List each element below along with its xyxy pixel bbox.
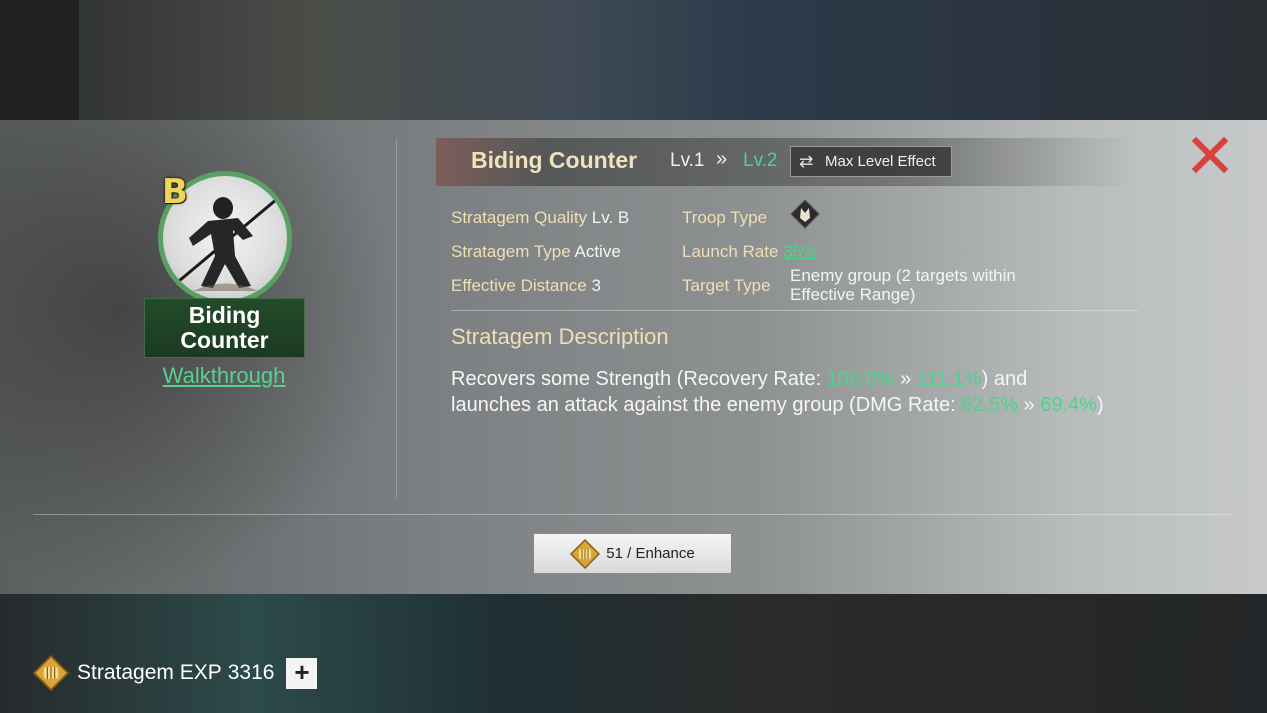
name-plate-label: Biding Counter [180,302,269,353]
exp-value: 3316 [227,661,275,684]
desc-value-1: 100.0% [826,368,895,390]
attr-distance: Effective Distance 3 [451,276,601,296]
stratagem-detail-modal: B Biding Counter Walkthrough Biding Coun… [0,120,1267,594]
swap-icon: ⇄ [799,151,814,171]
next-level: Lv.2 [743,150,778,171]
attr-type-key: Stratagem Type [451,242,571,261]
attr-distance-value: 3 [591,276,601,295]
add-exp-button[interactable]: + [286,657,318,689]
description-title: Stratagem Description [451,324,669,349]
desc-value-3: 62.5% [961,394,1018,416]
background-top-area [0,0,1267,120]
attr-troop-key: Troop Type [682,208,768,227]
background-left-panel [0,0,80,120]
level-arrow-icon: » [716,148,728,170]
desc-arrow-1: » [894,368,917,390]
attr-launch-rate: Launch Rate 35% [682,242,817,262]
footer-divider [33,514,1233,515]
enhance-label: 51 / Enhance [606,545,695,562]
walkthrough-link[interactable]: Walkthrough [120,363,328,389]
max-level-effect-label: Max Level Effect [825,153,936,170]
desc-text-3: ) [1096,394,1104,416]
desc-arrow-2: » [1018,394,1041,416]
attr-launch-key: Launch Rate [682,242,779,261]
attr-target-type: Target Type [682,276,771,296]
attr-type: Stratagem Type Active [451,242,621,262]
attr-quality-key: Stratagem Quality [451,208,588,227]
attributes-divider [451,310,1138,311]
vertical-divider [396,140,397,498]
grade-badge: B [162,172,188,212]
desc-value-4: 69.4% [1040,394,1097,416]
attr-quality-value: Lv. B [591,208,630,227]
attr-target-value: Enemy group (2 targets within Effective … [790,266,1016,304]
description-text: Recovers some Strength (Recovery Rate: 1… [451,366,1111,418]
attr-target-key: Target Type [682,276,771,295]
max-level-effect-button[interactable]: ⇄ Max Level Effect [790,146,952,177]
attr-troop-type: Troop Type [682,208,767,228]
attr-distance-key: Effective Distance [451,276,587,295]
current-level: Lv.1 [670,150,705,171]
stratagem-exp-icon [570,538,601,569]
desc-text-1: Recovers some Strength (Recovery Rate: [451,368,827,390]
stratagem-name-plate: Biding Counter [144,298,305,358]
attr-type-value: Active [574,242,621,261]
attr-quality: Stratagem Quality Lv. B [451,208,629,228]
troop-type-icon [790,199,820,229]
close-icon[interactable] [1190,135,1230,175]
enhance-button[interactable]: 51 / Enhance [533,533,732,574]
stratagem-title: Biding Counter [471,147,638,173]
stratagem-exp-bar: Stratagem EXP 3316 + [33,654,318,692]
attr-launch-value[interactable]: 35% [783,242,817,261]
exp-label: Stratagem EXP [77,661,222,684]
desc-value-2: 111.1% [916,368,982,390]
stratagem-exp-icon [33,655,69,691]
